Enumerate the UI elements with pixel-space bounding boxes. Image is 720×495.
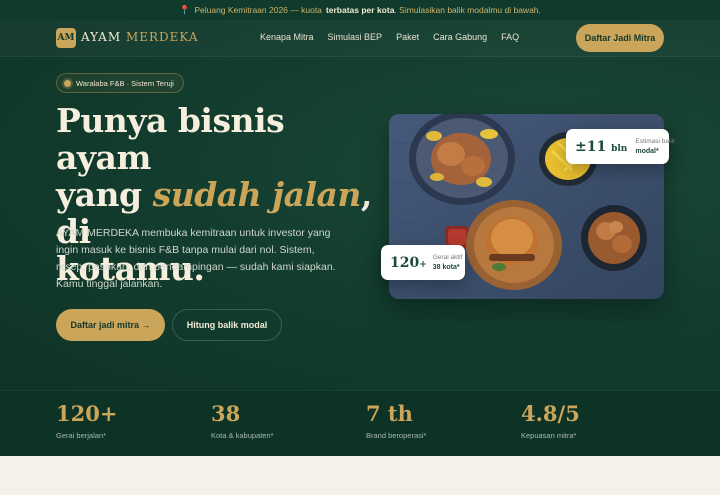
- payback-unit: bln: [611, 143, 628, 154]
- announcement-suffix: . Simulasikan balik modalmu di bawah.: [394, 5, 541, 15]
- nav-link-kenapa-mitra[interactable]: Kenapa Mitra: [260, 32, 314, 42]
- nav-links: Kenapa Mitra Simulasi BEP Paket Cara Gab…: [260, 32, 519, 42]
- outlets-number: 120: [390, 254, 420, 271]
- nav-link-cara-gabung[interactable]: Cara Gabung: [433, 32, 487, 42]
- stat-years: 7 th Brand beroperasi*: [366, 401, 426, 440]
- stat-value: 7 th: [366, 401, 413, 426]
- stat-cities: 38 Kota & kabupaten*: [211, 401, 274, 440]
- payback-label-group: Estimasi balik modal*: [635, 137, 675, 157]
- stat-label: Brand beroperasi*: [366, 431, 427, 440]
- payback-sublabel: modal*: [635, 147, 659, 155]
- stat-satisfaction: 4.8/5 Kepuasan mitra*: [521, 401, 580, 440]
- payback-estimate-card: ±11 bln Estimasi balik modal*: [566, 129, 675, 164]
- announcement-highlight: terbatas per kota: [325, 5, 395, 15]
- active-outlets-card: 120+ Gerai aktif 38 kota*: [381, 245, 465, 280]
- logo-mark[interactable]: AM: [56, 28, 76, 48]
- stat-label: Kepuasan mitra*: [521, 431, 577, 440]
- nav-link-simulasi-bep[interactable]: Simulasi BEP: [328, 32, 383, 42]
- nav-link-faq[interactable]: FAQ: [501, 32, 519, 42]
- brand-name-second: MERDEKA: [125, 30, 199, 44]
- stat-value: 120+: [56, 401, 118, 426]
- brand-logo-text[interactable]: AYAM MERDEKA: [81, 30, 199, 44]
- stats-bar: 120+ Gerai berjalan* 38 Kota & kabupaten…: [0, 390, 720, 456]
- stat-label: Kota & kabupaten*: [211, 431, 274, 440]
- outlets-unit: +: [419, 259, 427, 270]
- nav-link-paket[interactable]: Paket: [396, 32, 419, 42]
- stat-value: 38: [211, 401, 241, 426]
- register-partner-button[interactable]: Daftar jadi mitra →: [56, 309, 165, 341]
- outlets-label-group: Gerai aktif 38 kota*: [433, 253, 463, 273]
- payback-number: ±11: [575, 138, 607, 155]
- headline-line1: Punya bisnis ayam: [56, 101, 285, 177]
- stat-outlets: 120+ Gerai berjalan*: [56, 401, 117, 440]
- franchise-badge: Waralaba F&B · Sistem Teruji: [56, 73, 184, 93]
- nav-register-button[interactable]: Daftar Jadi Mitra: [576, 24, 664, 52]
- badge-dot-icon: [64, 79, 71, 87]
- hero-description: AYAM MERDEKA membuka kemitraan untuk inv…: [56, 227, 336, 290]
- pin-icon: 📍: [179, 4, 191, 15]
- badge-label: Waralaba F&B · Sistem Teruji: [76, 78, 174, 88]
- announcement-bar: 📍 Peluang Kemitraan 2026 — kuota terbata…: [0, 0, 720, 20]
- headline-pre: yang: [56, 175, 142, 214]
- headline-accent: sudah jalan: [152, 175, 362, 214]
- payback-label: Estimasi balik: [635, 137, 676, 145]
- outlets-label: Gerai aktif: [432, 253, 463, 261]
- calculate-payback-button[interactable]: Hitung balik modal: [172, 309, 282, 341]
- stat-label: Gerai berjalan*: [56, 431, 107, 440]
- outlets-value: 120+: [390, 255, 427, 271]
- stat-value: 4.8/5: [521, 401, 580, 426]
- top-nav: AM AYAM MERDEKA Kenapa Mitra Simulasi BE…: [0, 20, 720, 57]
- brand-name-first: AYAM: [81, 30, 122, 44]
- payback-value: ±11 bln: [575, 139, 627, 155]
- announcement-prefix: Peluang Kemitraan 2026 — kuota: [194, 5, 322, 15]
- outlets-sublabel: 38 kota*: [432, 263, 460, 271]
